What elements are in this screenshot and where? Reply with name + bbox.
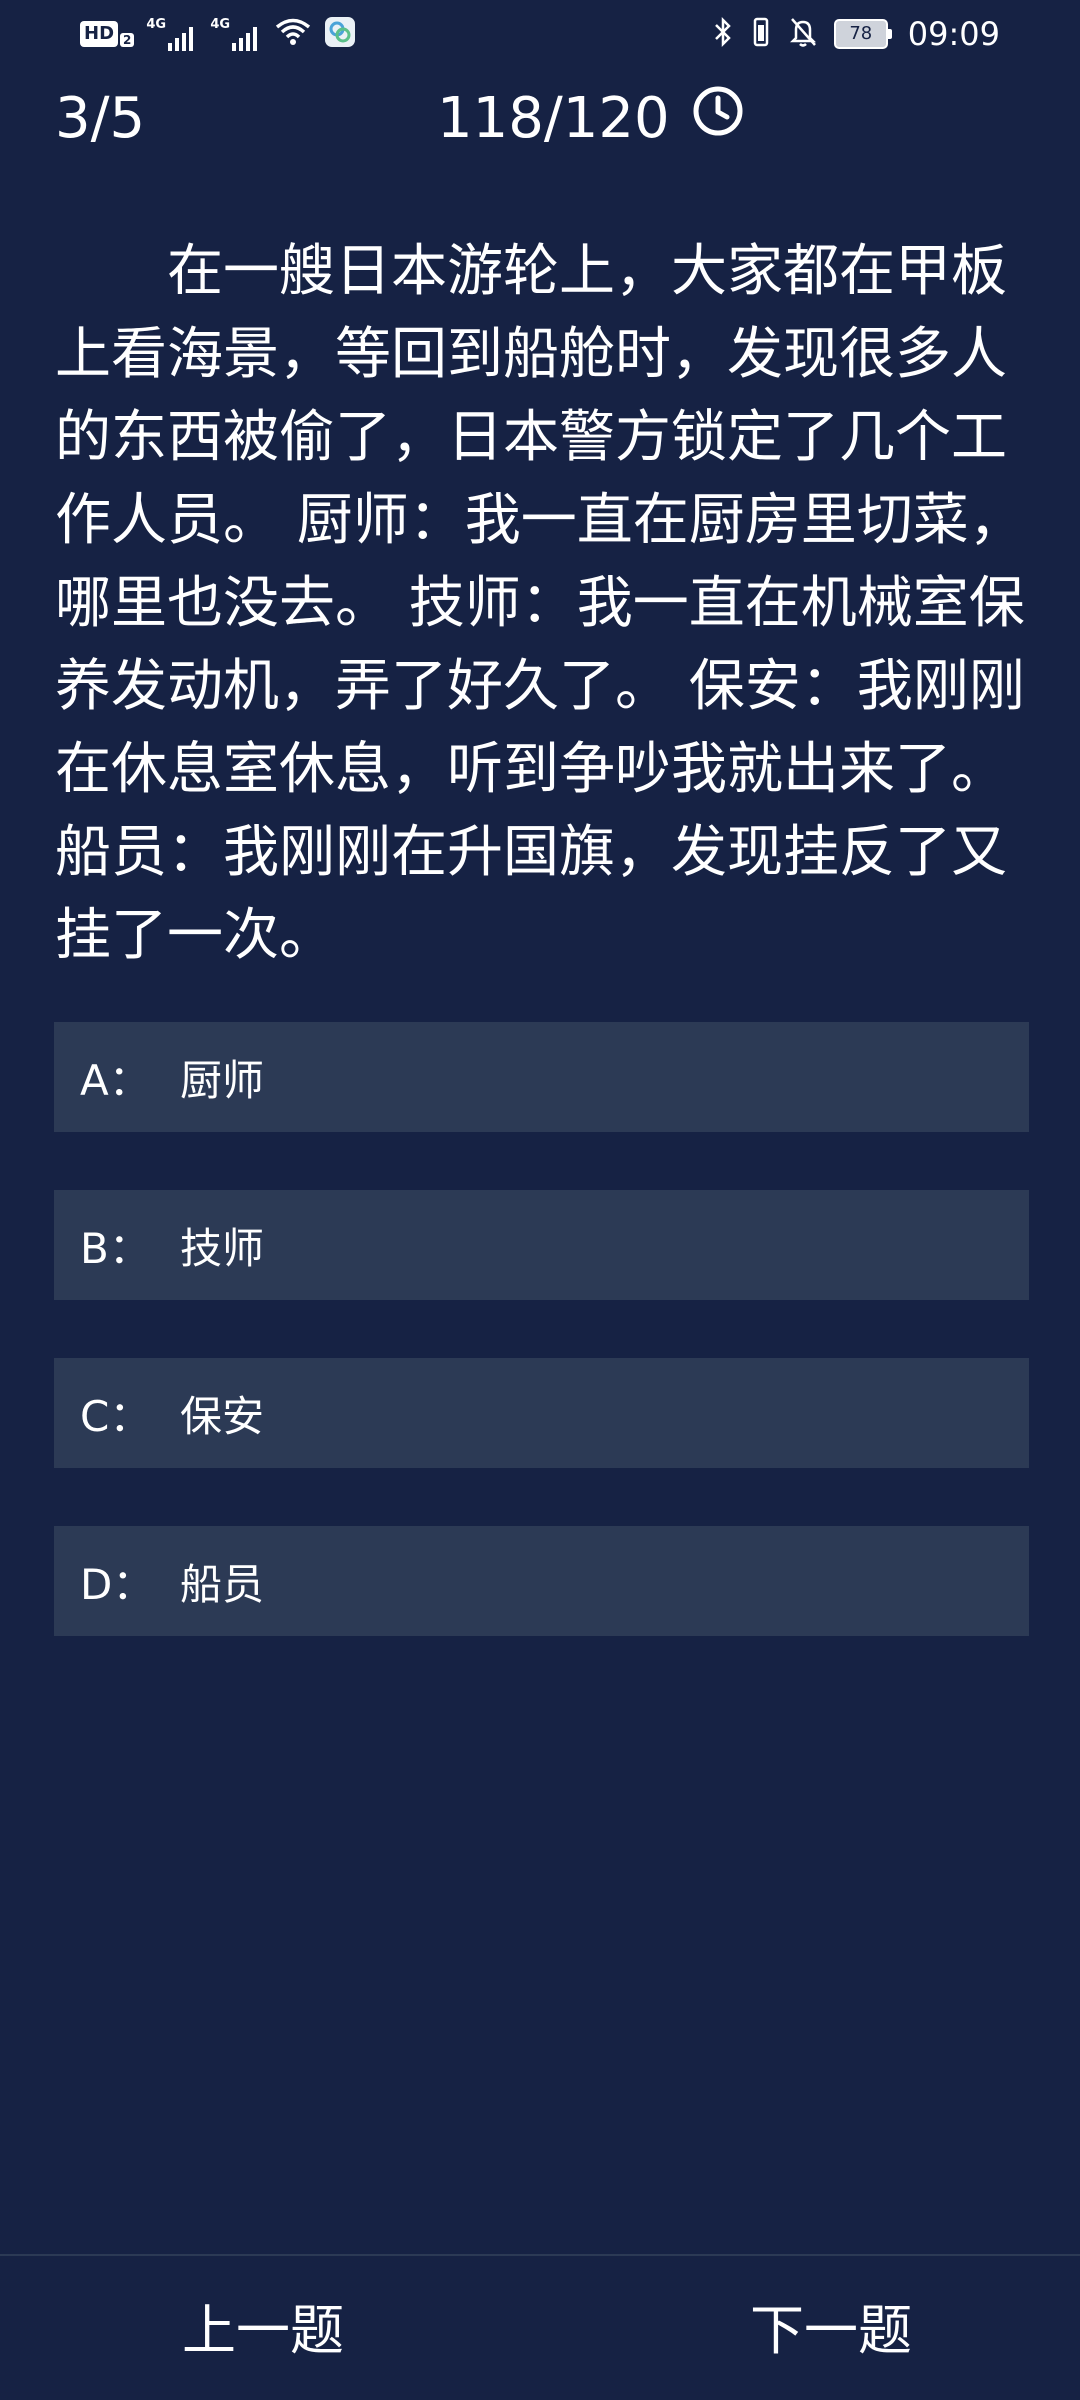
option-text: 技师 — [180, 1223, 265, 1273]
answer-options: A： 厨师 B： 技师 C： 保安 D： 船员 — [54, 1022, 1029, 1694]
option-letter: B： — [80, 1223, 151, 1273]
timer: 118/120 — [437, 84, 744, 154]
network-type-1: 4G — [146, 17, 167, 32]
bell-off-icon — [788, 16, 818, 52]
previous-question-button[interactable]: 上一题 — [182, 2296, 344, 2366]
network-type-2: 4G — [210, 17, 231, 32]
hd-label: HD — [80, 21, 119, 47]
option-b[interactable]: B： 技师 — [54, 1190, 1029, 1300]
option-letter: A： — [80, 1055, 151, 1105]
bluetooth-icon — [712, 16, 734, 52]
option-letter: C： — [80, 1391, 152, 1441]
status-time: 09:09 — [907, 15, 1000, 53]
battery-level: 78 — [833, 19, 888, 49]
option-a[interactable]: A： 厨师 — [54, 1022, 1029, 1132]
status-bar: HD 2 4G 4G 78 09:09 — [0, 0, 1080, 70]
clock-icon — [692, 84, 744, 154]
option-text: 保安 — [180, 1391, 265, 1441]
status-left: HD 2 4G 4G — [80, 14, 356, 54]
bottom-nav: 上一题 下一题 — [0, 2254, 1080, 2400]
signal-icon: 4G — [146, 17, 198, 51]
option-letter: D： — [80, 1559, 155, 1609]
app-icon — [324, 16, 356, 52]
option-d[interactable]: D： 船员 — [54, 1526, 1029, 1636]
status-right: 78 09:09 — [712, 14, 1000, 54]
option-text: 厨师 — [180, 1055, 265, 1105]
question-progress: 3/5 — [55, 86, 146, 151]
option-text: 船员 — [180, 1559, 265, 1609]
wifi-icon — [274, 17, 312, 51]
option-c[interactable]: C： 保安 — [54, 1358, 1029, 1468]
next-question-button[interactable]: 下一题 — [750, 2296, 912, 2366]
question-text: 在一艘日本游轮上，大家都在甲板上看海景，等回到船舱时，发现很多人的东西被偷了，日… — [55, 239, 1025, 968]
quiz-header: 3/5 118/120 — [0, 78, 1080, 158]
vibrate-icon — [750, 16, 772, 52]
timer-text: 118/120 — [437, 86, 670, 151]
hd-icon: HD 2 — [80, 21, 135, 47]
signal-icon: 4G — [210, 17, 262, 51]
hd-sub-label: 2 — [120, 33, 135, 47]
battery-icon: 78 — [833, 19, 892, 49]
